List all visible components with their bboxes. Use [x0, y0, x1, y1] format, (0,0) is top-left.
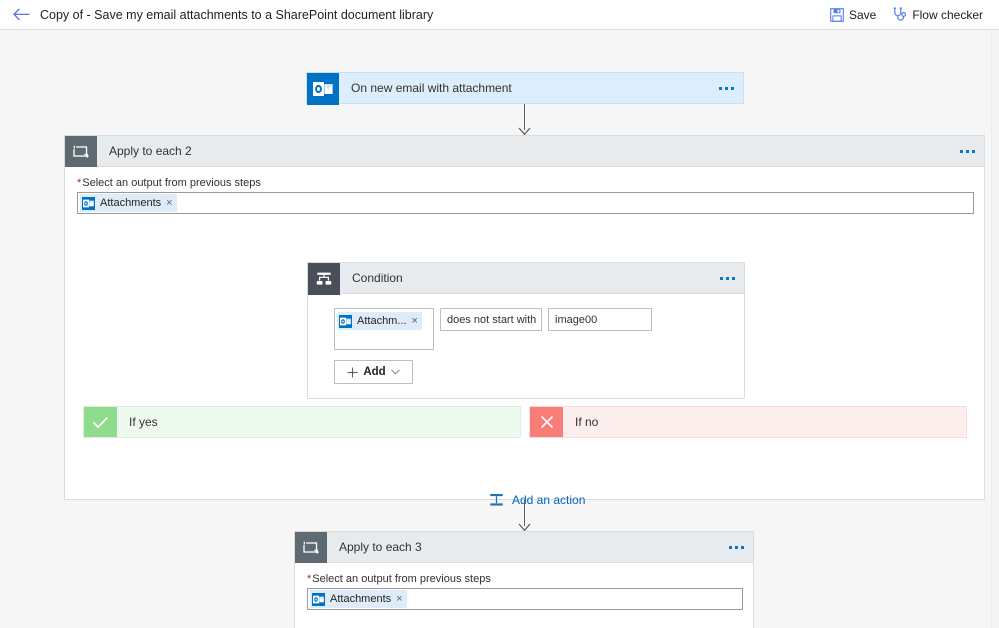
back-arrow-icon	[12, 8, 29, 21]
apply-to-each-2-field-label: *Select an output from previous steps	[77, 177, 261, 189]
condition-operand-token[interactable]: Attachm... ×	[337, 312, 422, 330]
apply-to-each-3-header[interactable]: Apply to each 3	[294, 531, 754, 564]
condition-operator-dropdown[interactable]: does not start with	[440, 308, 542, 331]
apply-to-each-2-title: Apply to each 2	[109, 144, 192, 158]
outlook-icon	[312, 592, 325, 606]
outlook-icon	[307, 73, 339, 105]
top-command-bar: Copy of - Save my email attachments to a…	[0, 0, 999, 30]
loop-icon	[65, 136, 97, 168]
cross-icon	[530, 407, 563, 437]
save-floppy-icon	[830, 7, 844, 22]
chevron-down-icon	[390, 369, 400, 375]
condition-operand-input[interactable]: Attachm... ×	[334, 308, 434, 350]
branch-if-no-label: If no	[575, 415, 599, 429]
apply-to-each-3-title: Apply to each 3	[339, 540, 422, 554]
attachments-token[interactable]: Attachments ×	[310, 590, 407, 608]
condition-value-text: image00	[555, 313, 598, 326]
attachments-token-remove[interactable]: ×	[166, 197, 172, 209]
trigger-title: On new email with attachment	[351, 81, 512, 95]
attachments-token-label: Attachments	[100, 197, 162, 209]
flow-designer-canvas: On new email with attachment Apply to ea…	[0, 30, 999, 628]
branch-if-yes-label: If yes	[129, 415, 158, 429]
condition-overflow-menu[interactable]	[710, 263, 744, 293]
condition-add-label: Add	[363, 366, 386, 378]
condition-card: Condition Attachm... × does not start wi…	[307, 262, 745, 399]
apply-to-each-3-output-input[interactable]: Attachments ×	[307, 588, 743, 610]
command-bar-actions: Save Flow checker	[822, 0, 991, 29]
required-marker: *	[307, 573, 312, 585]
trigger-overflow-menu[interactable]	[709, 73, 743, 103]
condition-header[interactable]: Condition	[307, 262, 745, 295]
apply-to-each-2-overflow-menu[interactable]	[950, 136, 984, 166]
condition-operand-label: Attachm...	[357, 315, 407, 327]
canvas-scrollbar[interactable]	[991, 30, 999, 628]
flow-checker-label: Flow checker	[912, 7, 983, 22]
condition-operator-value: does not start with	[447, 313, 537, 326]
stethoscope-icon	[894, 7, 907, 21]
apply-to-each-3-container: Apply to each 3 *Select an output from p…	[294, 531, 754, 628]
condition-body: Attachm... × does not start with image00	[307, 294, 745, 399]
apply-to-each-2-container: Apply to each 2 *Select an output from p…	[64, 135, 985, 507]
condition-add-button[interactable]: Add	[334, 360, 413, 384]
add-action-icon	[490, 493, 503, 506]
save-button[interactable]: Save	[822, 0, 884, 29]
flow-checker-button[interactable]: Flow checker	[884, 0, 991, 29]
add-an-action-label: Add an action	[512, 493, 586, 507]
outlook-icon	[82, 196, 95, 210]
plus-icon	[347, 367, 358, 377]
checkmark-icon	[84, 407, 117, 437]
back-button[interactable]	[10, 4, 32, 26]
condition-row: Attachm... × does not start with image00	[308, 308, 744, 350]
branch-if-yes[interactable]: If yes	[83, 406, 521, 438]
branch-if-no[interactable]: If no	[529, 406, 967, 438]
trigger-card-on-new-email[interactable]: On new email with attachment	[306, 72, 744, 105]
apply-to-each-3-field-label: *Select an output from previous steps	[307, 573, 491, 585]
outlook-icon	[339, 314, 352, 328]
required-marker: *	[77, 177, 82, 189]
apply-to-each-2-header[interactable]: Apply to each 2	[64, 135, 985, 168]
add-an-action-button[interactable]: Add an action	[488, 492, 585, 508]
page-title: Copy of - Save my email attachments to a…	[40, 7, 434, 22]
attachments-token-remove[interactable]: ×	[396, 593, 402, 605]
condition-value-input[interactable]: image00	[548, 308, 652, 331]
apply-to-each-3-overflow-menu[interactable]	[719, 532, 753, 562]
condition-title: Condition	[352, 271, 403, 285]
condition-icon	[308, 263, 340, 295]
attachments-token-label: Attachments	[330, 593, 392, 605]
apply-to-each-2-body: *Select an output from previous steps At…	[64, 167, 985, 507]
apply-to-each-2-output-input[interactable]: Attachments ×	[77, 192, 974, 214]
apply-to-each-3-body: *Select an output from previous steps At…	[294, 563, 754, 628]
loop-icon	[295, 532, 327, 564]
save-label: Save	[848, 7, 877, 22]
attachments-token[interactable]: Attachments ×	[80, 194, 177, 212]
condition-operand-remove[interactable]: ×	[412, 315, 418, 327]
